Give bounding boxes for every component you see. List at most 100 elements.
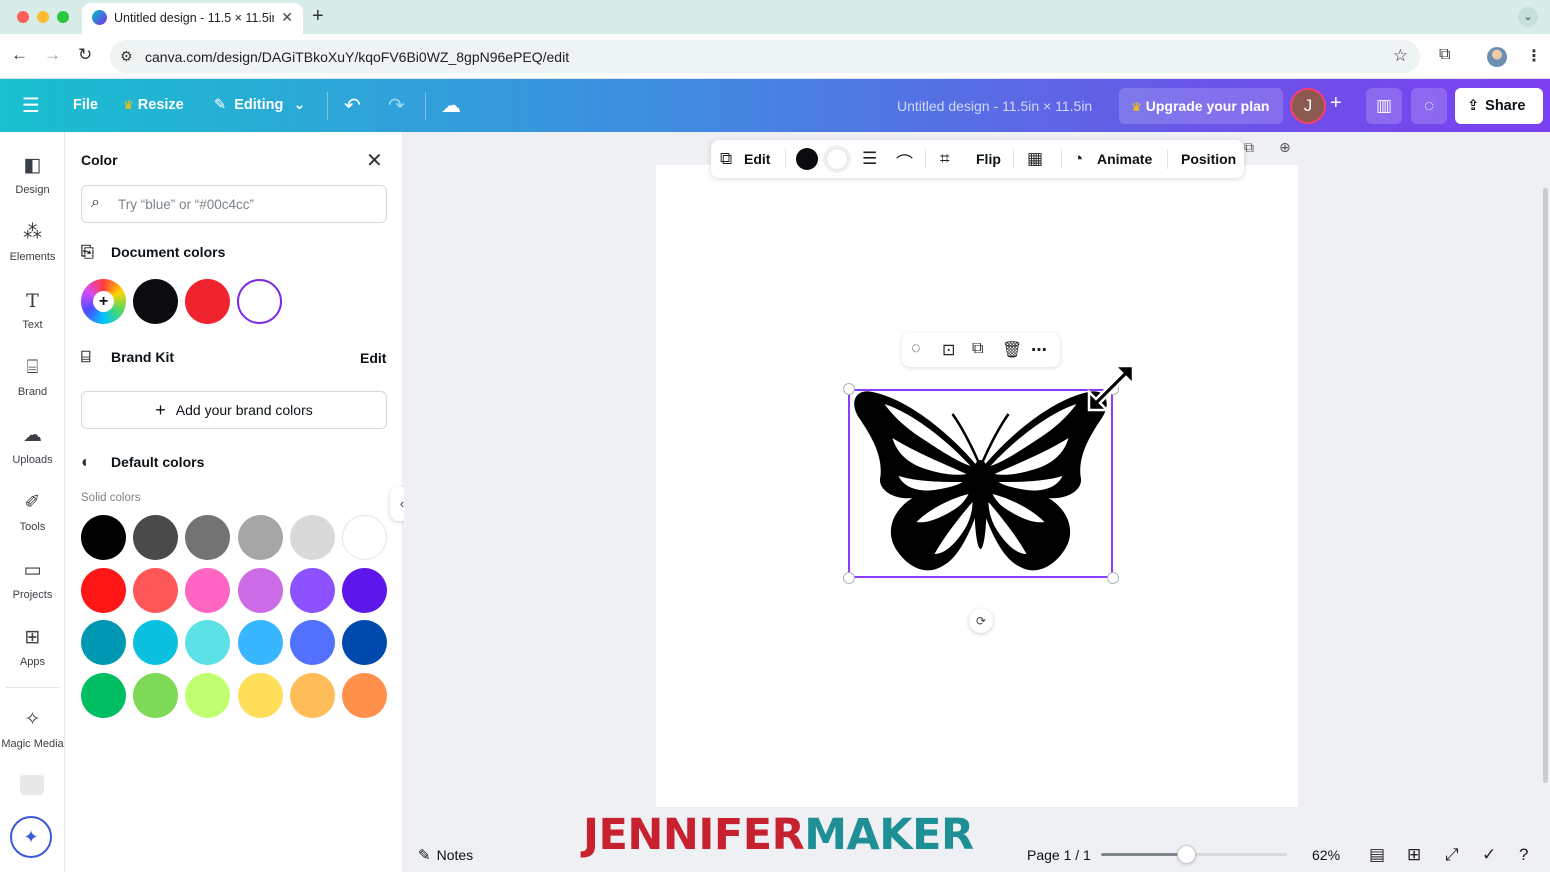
editing-mode-dropdown[interactable]: ✎ Editing ⌄	[214, 97, 306, 113]
profile-avatar-icon[interactable]	[1487, 47, 1507, 67]
solid-color-swatch[interactable]	[342, 672, 387, 718]
position-button[interactable]: Position	[1181, 151, 1236, 167]
solid-color-swatch[interactable]	[81, 567, 126, 613]
solid-color-swatch[interactable]	[133, 620, 179, 665]
corner-rounding-icon[interactable]: ⌒	[896, 149, 913, 174]
lock-icon[interactable]: ⊡	[942, 340, 955, 360]
new-tab-icon[interactable]: +	[312, 5, 324, 28]
extensions-icon[interactable]: ⧉	[1439, 46, 1450, 64]
rotate-handle-icon[interactable]: ⟳	[969, 609, 993, 633]
comment-icon[interactable]: ◌	[1411, 88, 1447, 124]
document-color-swatch[interactable]	[237, 279, 282, 324]
rail-item-magic-media[interactable]: ✧ Magic Media	[0, 709, 65, 750]
solid-color-swatch[interactable]	[133, 515, 179, 560]
color-search-input[interactable]: ⌕ Try “blue” or “#00c4cc”	[81, 185, 387, 223]
canva-assistant-sparkle-icon[interactable]: ✦	[10, 816, 52, 858]
back-icon[interactable]: ←	[11, 45, 28, 65]
fullscreen-icon[interactable]: ⤢	[1445, 845, 1459, 865]
invite-plus-icon[interactable]: +	[1330, 92, 1342, 115]
duplicate-page-icon[interactable]: ⧉	[1244, 139, 1254, 156]
flip-button[interactable]: Flip	[976, 151, 1001, 167]
color-swatch-secondary[interactable]	[826, 148, 848, 170]
url-field[interactable]: ⚙ canva.com/design/DAGiTBkoXuY/kqoFV6Bi0…	[110, 40, 1420, 73]
solid-color-swatch[interactable]	[185, 515, 231, 560]
document-color-swatch[interactable]	[185, 279, 230, 324]
close-icon[interactable]: ✕	[366, 148, 383, 173]
crop-icon[interactable]: ⌗	[940, 149, 950, 169]
check-circle-icon[interactable]: ✓	[1482, 845, 1496, 865]
solid-color-swatch[interactable]	[237, 672, 283, 718]
solid-color-swatch[interactable]	[342, 515, 387, 560]
file-menu[interactable]: File	[73, 97, 98, 113]
rail-item-uploads[interactable]: ☁ Uploads	[0, 425, 65, 466]
tab-search-chevron-icon[interactable]: ⌄	[1518, 7, 1538, 27]
solid-color-swatch[interactable]	[185, 567, 231, 613]
minimize-window-button[interactable]	[37, 11, 49, 23]
resize-handle-top-left[interactable]	[843, 383, 855, 395]
zoom-slider-knob[interactable]	[1176, 845, 1196, 864]
rail-item-text[interactable]: T Text	[0, 290, 65, 331]
add-brand-colors-button[interactable]: + Add your brand colors	[81, 391, 387, 429]
reload-icon[interactable]: ↻	[78, 45, 92, 65]
grid-view-icon[interactable]: ⊞	[1407, 845, 1421, 865]
document-color-swatch[interactable]	[133, 279, 178, 324]
solid-color-swatch[interactable]	[289, 567, 335, 613]
cloud-saved-icon[interactable]: ☁	[441, 93, 461, 118]
solid-color-swatch[interactable]	[237, 620, 283, 665]
rail-item-projects[interactable]: ▭ Projects	[0, 560, 65, 601]
close-tab-icon[interactable]: ✕	[281, 9, 293, 26]
comment-add-icon[interactable]: ◌	[911, 340, 921, 358]
transparency-icon[interactable]: ▦	[1027, 149, 1043, 169]
page-indicator[interactable]: Page 1 / 1	[1027, 847, 1091, 863]
vertical-scrollbar[interactable]	[1543, 188, 1548, 783]
help-icon[interactable]: ?	[1519, 845, 1528, 865]
maximize-window-button[interactable]	[57, 11, 69, 23]
bookmark-star-icon[interactable]: ☆	[1393, 46, 1408, 66]
brand-kit-edit-link[interactable]: Edit	[360, 350, 386, 366]
browser-menu-icon[interactable]: ⋮	[1526, 46, 1542, 66]
resize-button[interactable]: ♛ Resize	[123, 97, 184, 113]
add-color-button[interactable]: +	[81, 279, 126, 324]
solid-color-swatch[interactable]	[185, 620, 231, 665]
solid-color-swatch[interactable]	[289, 515, 335, 560]
solid-color-swatch[interactable]	[81, 620, 126, 665]
browser-tab[interactable]: Untitled design - 11.5 × 11.5in ✕	[82, 3, 303, 34]
redo-icon[interactable]: ↷	[388, 93, 405, 118]
animate-button[interactable]: Animate	[1097, 151, 1152, 167]
site-info-icon[interactable]: ⚙	[120, 48, 133, 65]
faded-app-icon[interactable]	[20, 775, 44, 795]
user-avatar[interactable]: J	[1290, 88, 1326, 124]
rail-item-tools[interactable]: ✐ Tools	[0, 492, 65, 533]
solid-color-swatch[interactable]	[237, 567, 283, 613]
zoom-percent[interactable]: 62%	[1312, 847, 1340, 863]
animate-icon[interactable]: ◔	[1073, 149, 1083, 169]
upgrade-plan-button[interactable]: ♛ Upgrade your plan	[1119, 88, 1283, 124]
menu-icon[interactable]: ☰	[22, 93, 40, 118]
solid-color-swatch[interactable]	[133, 672, 179, 718]
solid-color-swatch[interactable]	[289, 672, 335, 718]
resize-handle-bottom-right[interactable]	[1107, 572, 1119, 584]
undo-icon[interactable]: ↶	[344, 93, 361, 118]
edit-button[interactable]: Edit	[744, 151, 770, 167]
border-style-icon[interactable]: ☰	[862, 149, 877, 169]
solid-color-swatch[interactable]	[185, 672, 231, 718]
add-page-icon[interactable]: ⊕	[1279, 139, 1291, 156]
solid-color-swatch[interactable]	[81, 672, 126, 718]
insights-chart-icon[interactable]: ▥	[1366, 88, 1402, 124]
solid-color-swatch[interactable]	[237, 515, 283, 560]
solid-color-swatch[interactable]	[342, 620, 387, 665]
resize-handle-bottom-left[interactable]	[843, 572, 855, 584]
rail-item-brand[interactable]: ⌸ Brand	[0, 357, 65, 398]
share-button[interactable]: ⇪ Share	[1455, 88, 1543, 124]
solid-color-swatch[interactable]	[133, 567, 179, 613]
duplicate-icon[interactable]: ⧉	[972, 340, 983, 358]
forward-icon[interactable]: →	[44, 45, 61, 65]
solid-color-swatch[interactable]	[342, 567, 387, 613]
document-title[interactable]: Untitled design - 11.5in × 11.5in	[897, 98, 1092, 114]
notes-button[interactable]: ✎ Notes	[418, 846, 473, 864]
close-window-button[interactable]	[17, 11, 29, 23]
rail-item-design[interactable]: ◧ Design	[0, 155, 65, 196]
rail-item-apps[interactable]: ⊞ Apps	[0, 627, 65, 668]
color-swatch-primary[interactable]	[796, 148, 818, 170]
solid-color-swatch[interactable]	[81, 515, 126, 560]
